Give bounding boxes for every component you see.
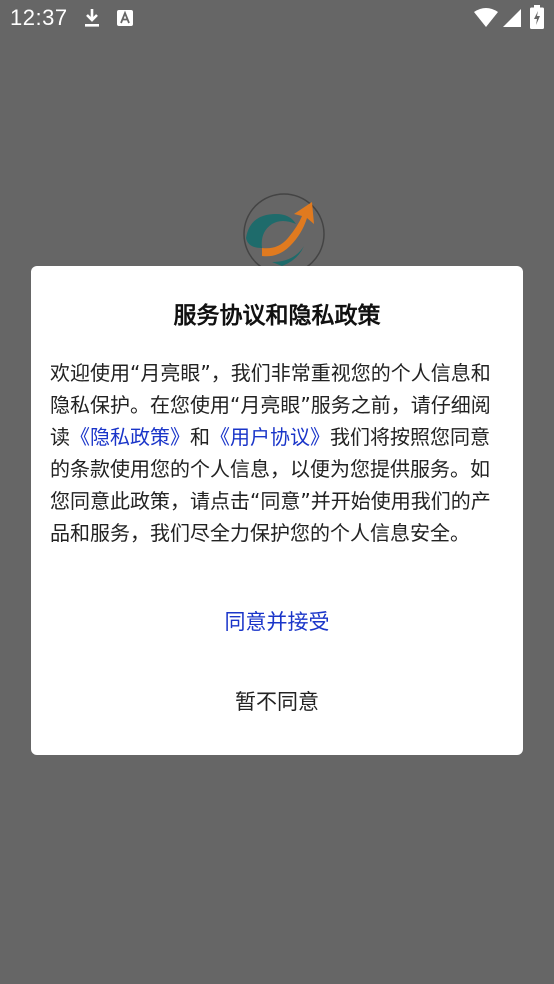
app-logo (243, 193, 325, 270)
battery-charging-icon (530, 5, 544, 29)
body-text-and: 和 (190, 425, 210, 449)
font-a-icon (117, 10, 133, 26)
dialog-title: 服务协议和隐私政策 (173, 303, 381, 329)
accept-button[interactable]: 同意并接受 (31, 606, 523, 636)
download-icon (85, 9, 99, 27)
status-time: 12:37 (10, 5, 68, 30)
privacy-policy-dialog: 服务协议和隐私政策 欢迎使用“月亮眼”，我们非常重视您的个人信息和隐私保护。在您… (31, 266, 523, 755)
dialog-body-text: 欢迎使用“月亮眼”，我们非常重视您的个人信息和隐私保护。在您使用“月亮眼”服务之… (50, 357, 508, 549)
wifi-icon (474, 8, 498, 27)
status-bar: 12:37 (0, 0, 554, 38)
decline-button[interactable]: 暂不同意 (31, 686, 523, 716)
user-agreement-link[interactable]: 《用户协议》 (210, 425, 330, 449)
cellular-signal-icon (503, 9, 521, 27)
privacy-policy-link[interactable]: 《隐私政策》 (70, 425, 190, 449)
